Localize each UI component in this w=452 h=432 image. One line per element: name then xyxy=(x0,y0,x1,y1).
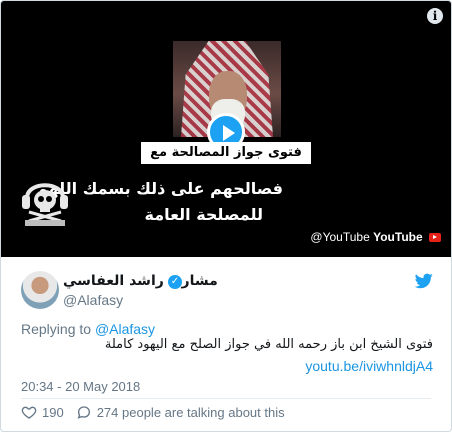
author-display-name[interactable]: مشاري راشد العفاسي xyxy=(63,273,218,289)
youtube-watermark-handle: @YouTube xyxy=(310,230,370,244)
reply-prefix: Replying to xyxy=(21,321,92,337)
twitter-bird-icon[interactable] xyxy=(415,273,433,289)
skull-headphones-logo xyxy=(22,183,68,226)
comment-bubble-icon[interactable] xyxy=(76,404,92,420)
reply-context: Replying to @Alafasy xyxy=(21,321,155,337)
youtube-watermark[interactable]: @YouTube YouTube xyxy=(310,230,441,244)
tweet-card: i فتوى جواز المصالحة مع اليهود فصالحهم ع… xyxy=(0,0,452,432)
tweet-timestamp[interactable]: 20:34 - 20 May 2018 xyxy=(21,379,140,394)
youtube-watermark-brand: YouTube xyxy=(373,230,423,244)
heart-icon[interactable] xyxy=(21,404,37,420)
like-count[interactable]: 190 xyxy=(42,405,64,420)
tweet-link[interactable]: youtu.be/iviwhnldjA4 xyxy=(305,358,433,374)
author-handle[interactable]: @Alafasy xyxy=(63,292,123,308)
tweet-actions: 190 274 people are talking about this xyxy=(21,403,285,421)
tweet-text: فتوى الشيخ ابن باز رحمه الله في جواز الص… xyxy=(104,337,433,352)
verified-badge-icon: ✓ xyxy=(168,275,182,289)
youtube-icon xyxy=(429,233,441,242)
avatar[interactable] xyxy=(21,271,59,309)
video-thumbnail[interactable]: i فتوى جواز المصالحة مع اليهود فصالحهم ع… xyxy=(1,1,451,257)
conversation-count[interactable]: 274 people are talking about this xyxy=(97,405,285,420)
reply-handle-link[interactable]: @Alafasy xyxy=(95,321,155,337)
video-banner-text: فتوى جواز المصالحة مع اليهود xyxy=(141,142,311,182)
video-overlay-line2: للمصلحة العامة xyxy=(144,205,263,224)
divider xyxy=(21,398,431,399)
info-icon[interactable]: i xyxy=(427,8,443,24)
